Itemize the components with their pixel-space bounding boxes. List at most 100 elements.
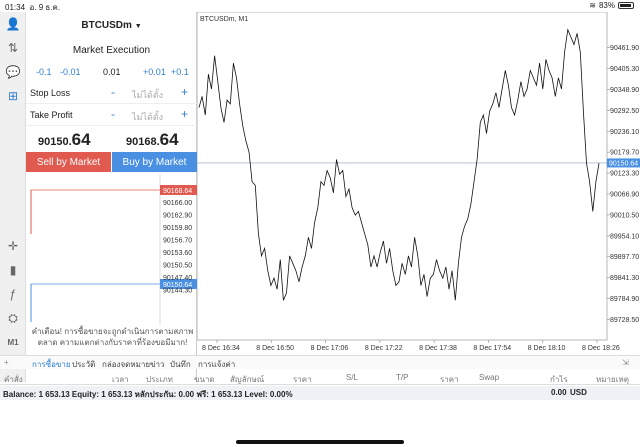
stop-loss-label: Stop Loss [30, 88, 71, 98]
tick-price-label: 90156.70 [163, 238, 192, 245]
tab-news[interactable]: ข่าว [150, 358, 164, 371]
quotes-icon[interactable]: ⇅ [5, 40, 21, 56]
col-symbol[interactable]: สัญลักษณ์ [230, 373, 264, 386]
tp-minus-button[interactable]: - [111, 107, 115, 121]
y-tick-label: 89841.30 [610, 275, 639, 282]
symbol-selector[interactable]: BTCUSDm ▼ [26, 20, 197, 31]
chart-title: BTCUSDm, M1 [200, 16, 248, 23]
take-profit-row: Take Profit - ไม่ได้ตั้ง + [26, 106, 197, 126]
tick-price-label: 90162.90 [163, 213, 192, 220]
chevron-down-icon: ▼ [134, 23, 142, 30]
col-sl[interactable]: S/L [346, 373, 358, 382]
tick-price-label: 90159.80 [163, 225, 192, 232]
y-tick-label: 90292.50 [610, 108, 639, 115]
objects-icon[interactable]: ⛭ [5, 310, 21, 326]
vol-minus-001[interactable]: -0.01 [60, 67, 81, 77]
x-tick-label: 8 Dec 18:10 [528, 345, 566, 352]
col-size[interactable]: ขนาด [194, 373, 215, 386]
tp-plus-button[interactable]: + [181, 107, 188, 121]
x-tick-label: 8 Dec 18:26 [582, 345, 620, 352]
battery-percent: 83% [598, 1, 615, 10]
battery-icon [618, 2, 634, 9]
tab-trade[interactable]: การซื้อขาย [32, 358, 71, 371]
tab-mailbox[interactable]: กล่องจดหมาย [102, 358, 150, 371]
ask-price-main: 90168. [126, 136, 160, 148]
col-swap[interactable]: Swap [479, 373, 499, 382]
sl-plus-button[interactable]: + [181, 85, 188, 99]
x-tick-label: 8 Dec 17:54 [473, 345, 511, 352]
sl-minus-button[interactable]: - [111, 85, 115, 99]
balance-amount: 0.00 [551, 388, 567, 397]
current-price-tag-text: 90150.64 [609, 160, 638, 167]
balance-text: Balance: 1 653.13 Equity: 1 653.13 หลักป… [3, 390, 293, 399]
vol-minus-01[interactable]: -0.1 [36, 67, 52, 77]
vol-plus-001[interactable]: +0.01 [143, 67, 166, 77]
y-tick-label: 90066.90 [610, 191, 639, 198]
x-tick-label: 8 Dec 16:34 [202, 345, 240, 352]
col-comment[interactable]: หมายเหตุ [596, 373, 629, 386]
bid-price: 90150.64 [38, 130, 91, 150]
symbol-name: BTCUSDm [81, 20, 132, 31]
new-order-icon[interactable]: ⊞ [5, 88, 21, 104]
status-bar: 01:34 อ. 9 ธ.ค. ≋ 83% [0, 0, 640, 12]
expand-icon[interactable]: ⇲ [622, 358, 629, 367]
balance-currency: USD [570, 388, 587, 397]
stop-loss-input[interactable]: ไม่ได้ตั้ง [132, 88, 163, 102]
account-icon[interactable]: 👤 [5, 16, 21, 32]
col-cur-price[interactable]: ราคา [440, 373, 459, 386]
tab-alerts[interactable]: การแจ้งค่า [198, 358, 235, 371]
volume-stepper: -0.1 -0.01 0.01 +0.01 +0.1 [26, 67, 197, 79]
vol-plus-01[interactable]: +0.1 [171, 67, 189, 77]
y-tick-label: 89784.90 [610, 296, 639, 303]
volume-input[interactable]: 0.01 [103, 67, 121, 77]
trade-columns: คำสั่ง เวลา ประเภท ขนาด สัญลักษณ์ ราคา S… [0, 371, 640, 385]
y-tick-label: 89954.10 [610, 233, 639, 240]
col-order[interactable]: คำสั่ง [4, 373, 23, 386]
take-profit-input[interactable]: ไม่ได้ตั้ง [132, 110, 163, 124]
y-tick-label: 89728.50 [610, 317, 639, 324]
status-time: 01:34 [5, 3, 26, 12]
market-warning: คำเตือน! การซื้อขายจะถูกดำเนินการตามสภาพ… [31, 327, 194, 347]
crosshair-icon[interactable]: ✛ [5, 238, 21, 254]
y-tick-label: 90405.30 [610, 66, 639, 73]
wifi-icon: ≋ [589, 1, 596, 10]
tick-price-label: 90150.50 [163, 263, 192, 270]
y-tick-label: 90123.30 [610, 171, 639, 178]
execution-type[interactable]: Market Execution [26, 45, 197, 56]
x-tick-label: 8 Dec 17:22 [365, 345, 403, 352]
x-tick-label: 8 Dec 17:06 [311, 345, 349, 352]
home-indicator[interactable] [236, 440, 404, 444]
buy-button[interactable]: Buy by Market [112, 152, 197, 172]
y-tick-label: 90348.90 [610, 87, 639, 94]
chart-type-icon[interactable]: ▮ [5, 262, 21, 278]
col-type[interactable]: ประเภท [146, 373, 173, 386]
tab-journal[interactable]: บันทึก [170, 358, 191, 371]
bid-price-main: 90150. [38, 136, 72, 148]
ask-price-big: 64 [159, 130, 179, 149]
status-right: ≋ 83% [589, 1, 634, 10]
add-icon[interactable]: + [4, 358, 9, 367]
col-profit[interactable]: กำไร [550, 373, 568, 386]
price-chart[interactable]: BTCUSDm, M1 90461.90 90405.30 90348.90 9029… [197, 12, 640, 355]
order-panel: BTCUSDm ▼ Market Execution -0.1 -0.01 0.… [26, 12, 197, 382]
tick-chart: 90168.64 90150.64 90166.0090162.9090159.… [30, 174, 197, 324]
ask-tag-text: 90168.64 [163, 188, 192, 195]
tick-price-label: 90147.40 [163, 275, 192, 282]
left-toolbar: 👤 ⇅ 💬 ⊞ ✛ ▮ ƒ ⛭ M1 [0, 12, 26, 382]
tick-price-label: 90153.60 [163, 250, 192, 257]
tab-history[interactable]: ประวัติ [72, 358, 95, 371]
tick-price-label: 90166.00 [163, 200, 192, 207]
col-price[interactable]: ราคา [293, 373, 312, 386]
x-tick-label: 8 Dec 16:50 [256, 345, 294, 352]
indicators-icon[interactable]: ƒ [5, 286, 21, 302]
col-tp[interactable]: T/P [396, 373, 408, 382]
col-time[interactable]: เวลา [112, 373, 129, 386]
y-tick-label: 90236.10 [610, 129, 639, 136]
chat-icon[interactable]: 💬 [5, 64, 21, 80]
sell-button[interactable]: Sell by Market [26, 152, 111, 172]
x-tick-label: 8 Dec 17:38 [419, 345, 457, 352]
stop-loss-row: Stop Loss - ไม่ได้ตั้ง + [26, 84, 197, 104]
y-tick-label: 90010.50 [610, 212, 639, 219]
timeframe-button[interactable]: M1 [5, 334, 21, 350]
status-date: อ. 9 ธ.ค. [29, 3, 61, 12]
